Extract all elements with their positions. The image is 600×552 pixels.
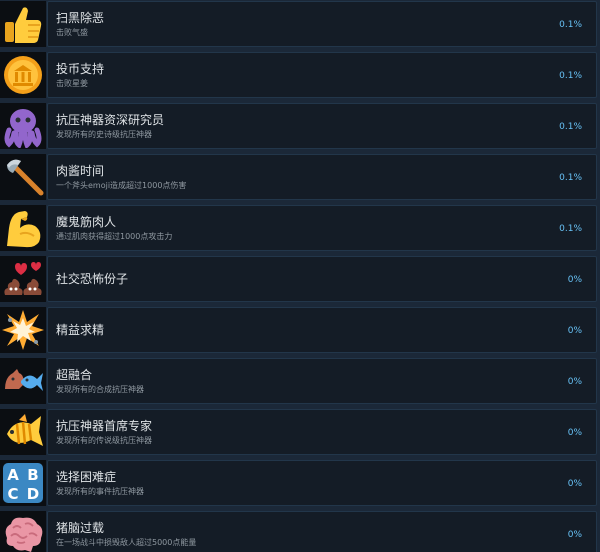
achievement-bar: 抗压神器首席专家 发现所有的传说级抗压神器 0% (47, 409, 597, 455)
tropical-fish-icon (0, 409, 46, 455)
achievement-desc: 发现所有的传说级抗压神器 (56, 436, 152, 445)
achievement-title: 猪脑过载 (56, 521, 105, 535)
achievement-percent: 0% (567, 326, 582, 336)
achievement-bar: 肉酱时间 一个斧头emoji造成超过1000点伤害 0.1% (47, 154, 597, 200)
thumbs-up-icon (0, 1, 46, 47)
achievement-percent: 0.1% (559, 20, 582, 30)
achievement-bar: 选择困难症 发现所有的事件抗压神器 0% (47, 460, 597, 506)
svg-text:B: B (27, 466, 38, 484)
achievement-title: 选择困难症 (56, 470, 117, 484)
achievement-percent: 0.1% (559, 71, 582, 81)
achievement-row[interactable]: A B C D 选择困难症 发现所有的事件抗压神器 0% (0, 460, 600, 509)
brain-icon (0, 511, 46, 552)
coin-icon (0, 52, 46, 98)
achievement-title: 魔鬼筋肉人 (56, 215, 117, 229)
achievement-title: 超融合 (56, 368, 93, 382)
octopus-icon (0, 103, 46, 149)
horse-fish-icon (0, 358, 46, 404)
achievement-desc: 发现所有的史诗级抗压神器 (56, 130, 152, 139)
achievement-row[interactable]: 超融合 发现所有的合成抗压神器 0% (0, 358, 600, 407)
achievement-title: 精益求精 (56, 323, 105, 337)
achievement-desc: 击败气盛 (56, 28, 88, 37)
achievement-row[interactable]: 抗压神器首席专家 发现所有的传说级抗压神器 0% (0, 409, 600, 458)
poop-hearts-icon (0, 256, 46, 302)
flexed-biceps-icon (0, 205, 46, 251)
achievement-row[interactable]: 投币支持 击败星姜 0.1% (0, 52, 600, 101)
achievement-percent: 0.1% (559, 224, 582, 234)
achievement-title: 扫黑除恶 (56, 11, 105, 25)
achievement-desc: 一个斧头emoji造成超过1000点伤害 (56, 181, 187, 190)
achievement-row[interactable]: 猪脑过载 在一场战斗中损毁敌人超过5000点能量 0% (0, 511, 600, 552)
achievement-bar: 投币支持 击败星姜 0.1% (47, 52, 597, 98)
svg-text:D: D (27, 485, 39, 503)
achievement-title: 肉酱时间 (56, 164, 105, 178)
axe-icon (0, 154, 46, 200)
achievement-bar: 猪脑过载 在一场战斗中损毁敌人超过5000点能量 0% (47, 511, 597, 552)
achievement-percent: 0% (567, 479, 582, 489)
achievement-row[interactable]: 抗压神器资深研究员 发现所有的史诗级抗压神器 0.1% (0, 103, 600, 152)
achievement-percent: 0.1% (559, 173, 582, 183)
achievement-list: 扫黑除恶 击败气盛 0.1% 投币支持 击败星姜 0.1% 抗压神器资深研究员 … (0, 0, 600, 552)
achievement-bar: 社交恐怖份子 0% (47, 256, 597, 302)
svg-text:C: C (7, 485, 18, 503)
achievement-percent: 0% (567, 377, 582, 387)
achievement-desc: 击败星姜 (56, 79, 88, 88)
achievement-bar: 扫黑除恶 击败气盛 0.1% (47, 1, 597, 47)
achievement-percent: 0% (567, 530, 582, 540)
achievement-percent: 0% (567, 275, 582, 285)
achievement-bar: 超融合 发现所有的合成抗压神器 0% (47, 358, 597, 404)
achievement-row[interactable]: 社交恐怖份子 0% (0, 256, 600, 305)
achievement-row[interactable]: 魔鬼筋肉人 通过肌肉获得超过1000点攻击力 0.1% (0, 205, 600, 254)
achievement-desc: 发现所有的合成抗压神器 (56, 385, 144, 394)
achievement-title: 社交恐怖份子 (56, 272, 129, 286)
achievement-percent: 0.1% (559, 122, 582, 132)
svg-text:A: A (7, 466, 19, 484)
achievement-desc: 在一场战斗中损毁敌人超过5000点能量 (56, 538, 197, 547)
achievement-bar: 魔鬼筋肉人 通过肌肉获得超过1000点攻击力 0.1% (47, 205, 597, 251)
achievement-row[interactable]: 肉酱时间 一个斧头emoji造成超过1000点伤害 0.1% (0, 154, 600, 203)
achievement-desc: 发现所有的事件抗压神器 (56, 487, 144, 496)
achievement-desc: 通过肌肉获得超过1000点攻击力 (56, 232, 173, 241)
abcd-icon: A B C D (0, 460, 46, 506)
achievement-bar: 精益求精 0% (47, 307, 597, 353)
achievement-title: 抗压神器资深研究员 (56, 113, 165, 127)
achievement-percent: 0% (567, 428, 582, 438)
achievement-title: 抗压神器首席专家 (56, 419, 153, 433)
achievement-row[interactable]: 精益求精 0% (0, 307, 600, 356)
collision-icon (0, 307, 46, 353)
achievement-row[interactable]: 扫黑除恶 击败气盛 0.1% (0, 1, 600, 50)
achievement-bar: 抗压神器资深研究员 发现所有的史诗级抗压神器 0.1% (47, 103, 597, 149)
achievement-title: 投币支持 (56, 62, 105, 76)
